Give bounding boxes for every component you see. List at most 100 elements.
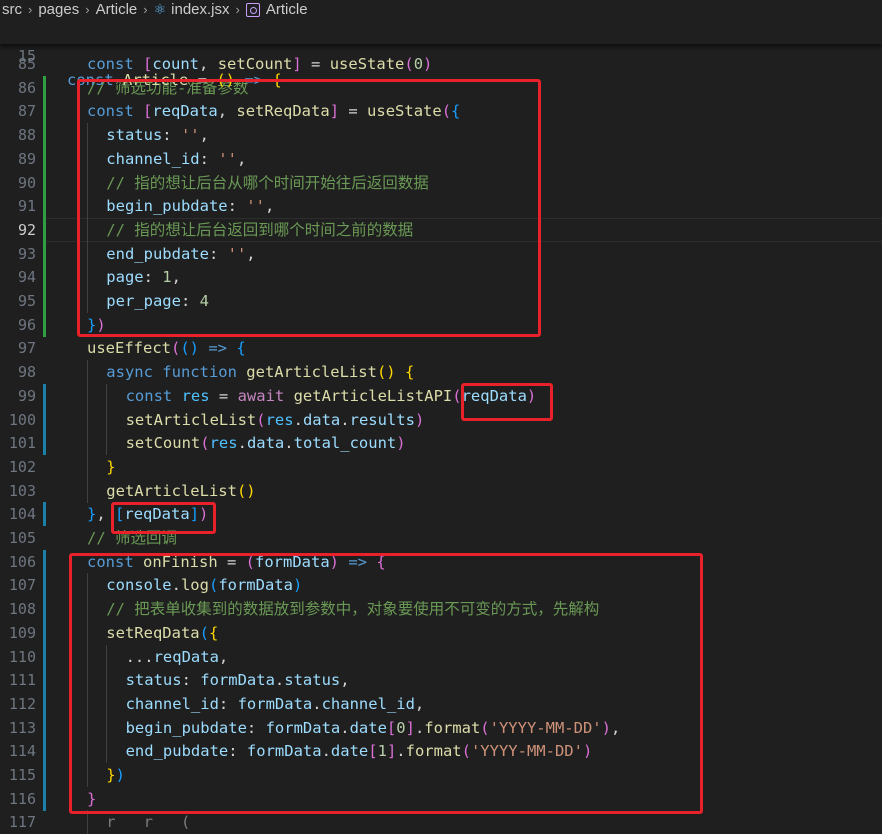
git-modified-marker[interactable] [43, 644, 46, 669]
code-line[interactable]: 98 async function getArticleList() { [0, 360, 882, 385]
breadcrumb-article-folder[interactable]: Article [94, 1, 140, 18]
indent-guide [106, 431, 108, 456]
git-added-marker[interactable] [43, 265, 46, 290]
line-number: 104 [8, 505, 36, 524]
git-modified-marker[interactable] [43, 668, 46, 693]
git-modified-marker[interactable] [43, 502, 46, 527]
code-line[interactable]: 97 useEffect(() => { [0, 336, 882, 360]
code-line[interactable]: 91 begin_pubdate: '', [0, 194, 882, 219]
code-line[interactable]: 95 per_page: 4 [0, 289, 882, 313]
indent-guide [87, 573, 88, 598]
symbol-variable-icon [245, 3, 260, 17]
line-code: } [87, 789, 97, 808]
git-added-marker[interactable] [43, 123, 46, 148]
code-line[interactable]: 115}) [0, 763, 882, 787]
code-line[interactable]: 109 setReqData({ [0, 620, 882, 645]
git-added-marker[interactable] [43, 146, 46, 171]
breadcrumb-src[interactable]: src [0, 1, 24, 18]
line-number: 113 [8, 718, 36, 737]
git-modified-marker[interactable] [43, 763, 46, 787]
indent-guide [87, 691, 88, 716]
code-line[interactable]: 111 status: formData.status, [0, 668, 882, 693]
git-added-marker[interactable] [43, 99, 46, 124]
breadcrumb-symbol[interactable]: Article [264, 1, 310, 18]
code-line[interactable]: 117 r r ( [0, 810, 882, 834]
indent-guide [87, 763, 88, 787]
line-number: 109 [8, 623, 36, 642]
git-added-marker[interactable] [43, 241, 46, 266]
code-line[interactable]: 88 status: '', [0, 123, 882, 148]
line-number: 116 [8, 789, 36, 808]
line-number: 98 [17, 363, 36, 382]
git-added-marker[interactable] [43, 289, 46, 313]
line-number: 114 [8, 742, 36, 761]
code-line[interactable]: 101 setCount(res.data.total_count) [0, 431, 882, 456]
code-line[interactable]: 107 console.log(formData) [0, 573, 882, 598]
git-added-marker[interactable] [43, 217, 46, 242]
indent-guide [87, 123, 88, 148]
line-code: getArticleList() [106, 481, 256, 500]
code-line[interactable]: 113 begin_pubdate: formData.date[0].forma… [0, 715, 882, 740]
line-number: 106 [8, 552, 36, 571]
git-modified-marker[interactable] [43, 691, 46, 716]
code-line[interactable]: 96}) [0, 312, 882, 337]
code-line[interactable]: 87 const [reqData, setReqData] = useState… [0, 99, 882, 124]
sticky-scroll-header[interactable]: 15 const Article = () => { [0, 20, 882, 89]
code-line[interactable]: 112 channel_id: formData.channel_id, [0, 691, 882, 716]
git-modified-marker[interactable] [43, 383, 46, 408]
code-line[interactable]: 92 // 指的想让后台返回到哪个时间之前的数据 [0, 217, 882, 242]
git-added-marker[interactable] [43, 75, 46, 100]
code-line[interactable]: 104 }, [reqData]) [0, 502, 882, 527]
code-line[interactable]: 94 page: 1, [0, 265, 882, 290]
git-modified-marker[interactable] [43, 597, 46, 622]
code-line[interactable]: 108 // 把表单收集到的数据放到参数中，对象要使用不可变的方式，先解构 [0, 597, 882, 622]
code-line[interactable]: 116} [0, 786, 882, 811]
git-modified-marker[interactable] [43, 715, 46, 740]
line-code: channel_id: formData.channel_id, [125, 694, 425, 713]
line-number: 105 [8, 529, 36, 547]
line-number: 102 [8, 457, 36, 476]
line-number: 99 [17, 386, 36, 405]
line-number: 88 [17, 126, 36, 145]
code-editor[interactable]: 85 const [count, setCount] = useState(0) 8… [0, 20, 882, 834]
code-line[interactable]: 105 // 筛选回调 [0, 526, 882, 550]
line-number: 91 [17, 197, 36, 216]
code-line[interactable]: 106 const onFinish = (formData) => { [0, 549, 882, 574]
indent-guide [87, 431, 88, 456]
line-code: page: 1, [106, 268, 181, 287]
git-modified-marker[interactable] [43, 549, 46, 574]
line-code: const onFinish = (formData) => { [87, 552, 386, 571]
git-modified-marker[interactable] [43, 786, 46, 811]
indent-guide [87, 644, 88, 669]
code-line[interactable]: 114 end_pubdate: formData.date[1].format(… [0, 739, 882, 764]
line-code: }, [reqData]) [87, 505, 209, 524]
line-code: }) [106, 766, 125, 784]
indent-guide [106, 407, 108, 432]
indent-guide [87, 241, 88, 266]
indent-guide [87, 289, 88, 313]
indent-guide [87, 383, 88, 408]
breadcrumb-pages[interactable]: pages [36, 1, 81, 18]
line-number: 115 [8, 766, 36, 784]
breadcrumb-file[interactable]: index.jsx [169, 1, 231, 18]
git-added-marker[interactable] [43, 194, 46, 219]
sticky-line[interactable]: 15 const Article = () => { [0, 20, 882, 89]
git-added-marker[interactable] [43, 312, 46, 337]
git-modified-marker[interactable] [43, 573, 46, 598]
code-line[interactable]: 102} [0, 454, 882, 479]
code-line[interactable]: 99 const res = await getArticleListAPI(re… [0, 383, 882, 408]
line-number: 94 [17, 268, 36, 287]
indent-guide [87, 194, 88, 219]
git-modified-marker[interactable] [43, 739, 46, 764]
git-modified-marker[interactable] [43, 431, 46, 456]
git-modified-marker[interactable] [43, 620, 46, 645]
code-line[interactable]: 103 getArticleList() [0, 478, 882, 503]
git-added-marker[interactable] [43, 170, 46, 195]
line-number: 100 [8, 410, 36, 429]
code-line[interactable]: 100 setArticleList(res.data.results) [0, 407, 882, 432]
code-line[interactable]: 89 channel_id: '', [0, 146, 882, 171]
git-modified-marker[interactable] [43, 407, 46, 432]
code-line[interactable]: 110 ...reqData, [0, 644, 882, 669]
code-line[interactable]: 93 end_pubdate: '', [0, 241, 882, 266]
code-line[interactable]: 90 // 指的想让后台从哪个时间开始往后返回数据 [0, 170, 882, 195]
